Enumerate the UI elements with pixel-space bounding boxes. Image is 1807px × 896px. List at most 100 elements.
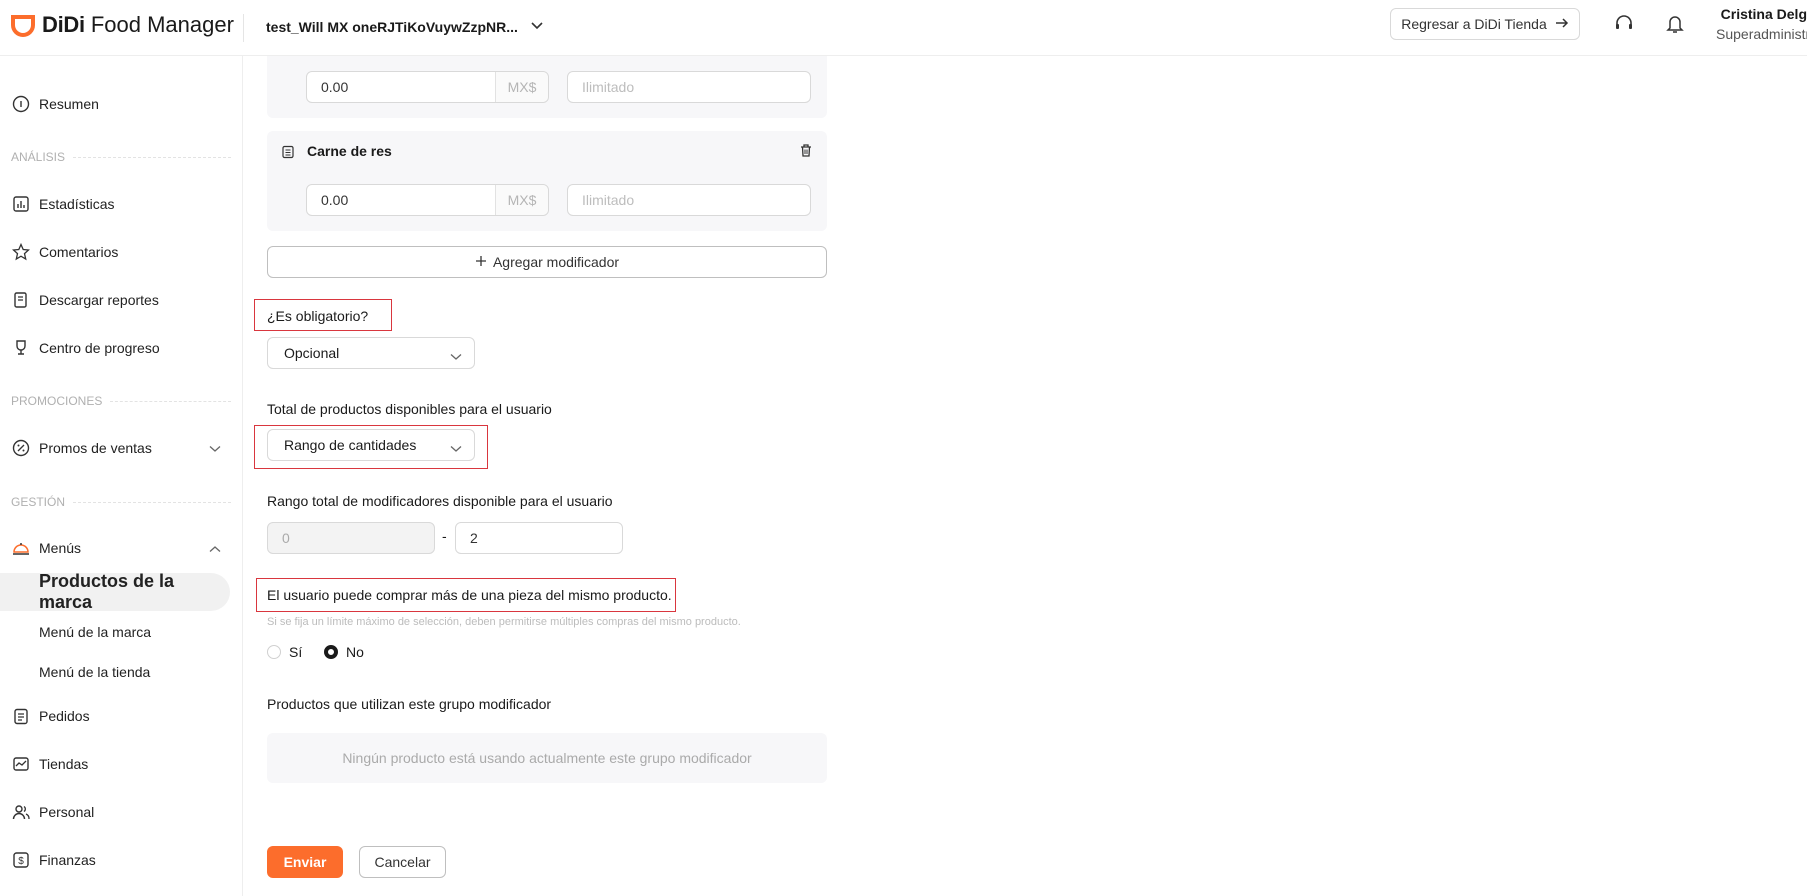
cancel-button[interactable]: Cancelar <box>359 846 446 878</box>
products-empty-state: Ningún producto está usando actualmente … <box>267 733 827 783</box>
price-field[interactable]: 0.00 MX$ <box>306 184 549 216</box>
radio-no-label: No <box>346 644 364 660</box>
radio-circle <box>267 645 281 659</box>
store-name: test_Will MX oneRJTiKoVuywZzpNR... <box>266 19 518 35</box>
back-to-store-button[interactable]: Regresar a DiDi Tienda <box>1390 8 1580 40</box>
sidebar-item-menu-tienda[interactable]: Menú de la tienda <box>0 653 230 691</box>
sidebar-item-pedidos[interactable]: Pedidos <box>0 696 243 736</box>
chart-icon <box>11 194 31 214</box>
chevron-down-icon <box>530 18 544 36</box>
range-min-field: 0 <box>267 522 435 554</box>
modifier-card: 0.00 MX$ Ilimitado <box>267 56 827 118</box>
notification-bell-icon[interactable] <box>1663 12 1687 36</box>
sidebar-item-label: Comentarios <box>39 244 119 260</box>
sidebar-item-label: Menús <box>39 540 82 556</box>
range-separator: - <box>442 528 447 544</box>
user-role: Superadministr <box>1716 26 1807 42</box>
sidebar-item-label: Estadísticas <box>39 196 115 212</box>
products-empty-text: Ningún producto está usando actualmente … <box>342 750 752 766</box>
app-logo[interactable]: DiDi Food Manager <box>10 10 234 40</box>
trophy-icon <box>11 338 31 358</box>
radio-yes-label: Sí <box>289 644 303 660</box>
sidebar-item-label: Descargar reportes <box>39 292 159 308</box>
price-value: 0.00 <box>321 79 349 95</box>
multi-purchase-hint: Si se fija un límite máximo de selección… <box>267 616 741 628</box>
sidebar-item-menu-marca[interactable]: Menú de la marca <box>0 613 230 651</box>
sidebar-item-label: Centro de progreso <box>39 340 160 356</box>
radio-yes[interactable]: Sí <box>267 644 302 660</box>
limit-placeholder: Ilimitado <box>582 192 635 208</box>
add-modifier-button[interactable]: Agregar modificador <box>267 246 827 278</box>
back-button-label: Regresar a DiDi Tienda <box>1401 16 1547 32</box>
submit-button[interactable]: Enviar <box>267 846 343 878</box>
section-divider <box>110 400 231 402</box>
svg-text:$: $ <box>18 856 24 867</box>
chevron-down-icon <box>450 348 462 364</box>
modifier-name: Carne de res <box>307 143 392 159</box>
sidebar-item-finanzas[interactable]: $ Finanzas <box>0 840 243 880</box>
star-icon <box>11 242 31 262</box>
limit-field[interactable]: Ilimitado <box>567 71 811 103</box>
total-select[interactable]: Rango de cantidades <box>267 429 475 461</box>
sidebar-item-promos-ventas[interactable]: Promos de ventas <box>0 428 243 468</box>
users-icon <box>11 802 31 822</box>
store-icon <box>11 754 31 774</box>
sidebar-item-label: Menú de la tienda <box>39 664 151 680</box>
section-label-text: GESTIÓN <box>11 495 66 509</box>
arrow-right-icon <box>1555 16 1569 32</box>
header-divider <box>243 14 244 42</box>
total-label: Total de productos disponibles para el u… <box>267 401 552 417</box>
range-max-value: 2 <box>470 530 478 546</box>
sidebar-item-productos-marca[interactable]: Productos de la marca <box>0 571 230 612</box>
products-label: Productos que utilizan este grupo modifi… <box>267 696 552 712</box>
store-selector[interactable]: test_Will MX oneRJTiKoVuywZzpNR... <box>266 12 544 42</box>
limit-placeholder: Ilimitado <box>582 79 635 95</box>
required-select[interactable]: Opcional <box>267 337 475 369</box>
range-max-field[interactable]: 2 <box>455 522 623 554</box>
home-icon <box>11 94 31 114</box>
dish-icon <box>11 538 31 558</box>
modifier-card: Carne de res 0.00 MX$ Ilimitado <box>267 131 827 231</box>
sidebar-item-label: Menú de la marca <box>39 624 152 640</box>
sidebar-item-label: Resumen <box>39 96 99 112</box>
didi-logo-icon <box>10 12 36 38</box>
price-field[interactable]: 0.00 MX$ <box>306 71 549 103</box>
top-header: DiDi Food Manager test_Will MX oneRJTiKo… <box>0 0 1807 56</box>
radio-no[interactable]: No <box>324 644 364 660</box>
dollar-icon: $ <box>11 850 31 870</box>
range-label: Rango total de modificadores disponible … <box>267 493 613 509</box>
submit-label: Enviar <box>283 854 327 870</box>
sidebar-item-centro-progreso[interactable]: Centro de progreso <box>0 328 243 368</box>
radio-circle-checked <box>324 645 338 659</box>
sidebar-item-descargar-reportes[interactable]: Descargar reportes <box>0 280 243 320</box>
sidebar-item-resumen[interactable]: Resumen <box>0 84 243 124</box>
sidebar-item-comentarios[interactable]: Comentarios <box>0 232 243 272</box>
section-divider <box>73 501 231 503</box>
section-label-text: ANÁLISIS <box>11 150 66 164</box>
chevron-down-icon <box>209 440 221 456</box>
sidebar-item-estadisticas[interactable]: Estadísticas <box>0 184 243 224</box>
required-label: ¿Es obligatorio? <box>267 308 369 324</box>
price-value: 0.00 <box>321 192 349 208</box>
support-headset-icon[interactable] <box>1612 12 1636 36</box>
limit-field[interactable]: Ilimitado <box>567 184 811 216</box>
section-label-text: PROMOCIONES <box>11 394 103 408</box>
multi-purchase-label: El usuario puede comprar más de una piez… <box>267 587 672 603</box>
sidebar-item-label: Pedidos <box>39 708 90 724</box>
user-menu[interactable]: Cristina Delg Superadministr <box>1716 6 1807 42</box>
drag-handle-icon[interactable] <box>281 145 295 164</box>
trash-icon[interactable] <box>799 143 813 163</box>
section-gestion: GESTIÓN <box>11 495 231 509</box>
logo-product: Food Manager <box>90 12 234 37</box>
chevron-up-icon <box>209 540 221 556</box>
plus-icon <box>475 254 487 270</box>
required-value: Opcional <box>284 345 340 361</box>
sidebar-item-label: Personal <box>39 804 95 820</box>
cancel-label: Cancelar <box>374 854 431 870</box>
section-divider <box>73 156 231 158</box>
sidebar-item-personal[interactable]: Personal <box>0 792 243 832</box>
sidebar-item-tiendas[interactable]: Tiendas <box>0 744 243 784</box>
sidebar-item-menus[interactable]: Menús <box>0 528 243 568</box>
logo-brand: DiDi <box>42 12 85 37</box>
sidebar-item-label: Finanzas <box>39 852 96 868</box>
